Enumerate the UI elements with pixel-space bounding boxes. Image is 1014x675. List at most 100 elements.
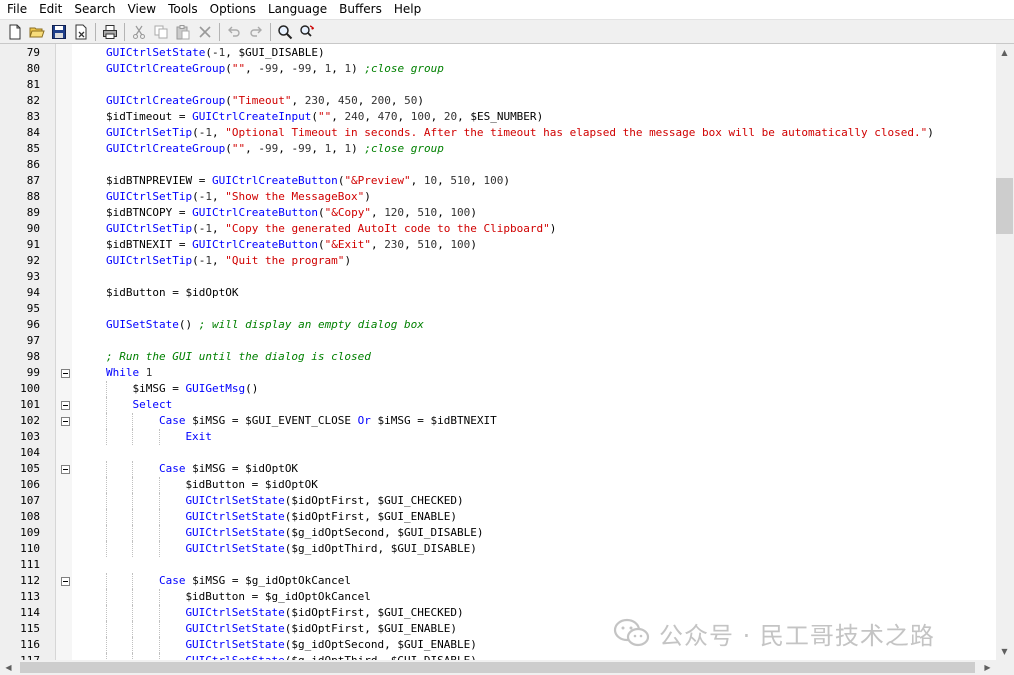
- indent-guide: [158, 541, 160, 557]
- code-text: GUICtrlSetState($g_idOptThird, $GUI_DISA…: [185, 541, 476, 557]
- code-line[interactable]: 93: [0, 269, 996, 285]
- fold-collapse-icon[interactable]: [61, 369, 70, 378]
- code-line[interactable]: 104: [0, 445, 996, 461]
- code-line[interactable]: 109 GUICtrlSetState($g_idOptSecond, $GUI_…: [0, 525, 996, 541]
- close-file-icon: [75, 24, 87, 39]
- code-line[interactable]: 106 $idButton = $idOptOK: [0, 477, 996, 493]
- print-button[interactable]: [99, 21, 121, 43]
- code-line[interactable]: 90 GUICtrlSetTip(-1, "Copy the generated …: [0, 221, 996, 237]
- indent-guide: [106, 381, 107, 397]
- code-line[interactable]: 110 GUICtrlSetState($g_idOptThird, $GUI_D…: [0, 541, 996, 557]
- code-line[interactable]: 112 Case $iMSG = $g_idOptOkCancel: [0, 573, 996, 589]
- new-file-button[interactable]: [4, 21, 26, 43]
- code-line[interactable]: 89 $idBTNCOPY = GUICtrlCreateButton("&Cop…: [0, 205, 996, 221]
- scrollbar-corner: [996, 660, 1014, 675]
- code-line[interactable]: 99 While 1: [0, 365, 996, 381]
- code-line[interactable]: 92 GUICtrlSetTip(-1, "Quit the program"): [0, 253, 996, 269]
- horizontal-scroll-thumb[interactable]: [20, 662, 975, 673]
- menu-language[interactable]: Language: [261, 0, 332, 19]
- cut-button[interactable]: [128, 21, 150, 43]
- replace-button[interactable]: [296, 21, 318, 43]
- code-text: GUISetState() ; will display an empty di…: [106, 317, 424, 333]
- code-line[interactable]: 101 Select: [0, 397, 996, 413]
- code-line[interactable]: 83 $idTimeout = GUICtrlCreateInput("", 24…: [0, 109, 996, 125]
- save-button[interactable]: [48, 21, 70, 43]
- code-token: GUICtrlCreateButton: [211, 174, 338, 187]
- line-number: 84: [26, 126, 40, 139]
- menu-view[interactable]: View: [121, 0, 161, 19]
- fold-collapse-icon[interactable]: [61, 577, 70, 586]
- code-token: ,: [457, 110, 471, 123]
- code-token: ,: [311, 62, 325, 75]
- code-line[interactable]: 88 GUICtrlSetTip(-1, "Show the MessageBox…: [0, 189, 996, 205]
- wechat-logo-icon: [613, 618, 650, 647]
- find-button[interactable]: [274, 21, 296, 43]
- fold-collapse-icon[interactable]: [61, 417, 70, 426]
- code-line[interactable]: 96 GUISetState() ; will display an empty …: [0, 317, 996, 333]
- delete-button[interactable]: [194, 21, 216, 43]
- code-line[interactable]: 81: [0, 77, 996, 93]
- code-line[interactable]: 84 GUICtrlSetTip(-1, "Optional Timeout in…: [0, 125, 996, 141]
- menu-search[interactable]: Search: [67, 0, 120, 19]
- menu-help[interactable]: Help: [387, 0, 426, 19]
- menu-file[interactable]: File: [0, 0, 32, 19]
- code-line[interactable]: 94 $idButton = $idOptOK: [0, 285, 996, 301]
- indent-guide: [158, 621, 160, 637]
- code-token: $idTimeout: [106, 110, 173, 123]
- line-number: 98: [26, 350, 40, 363]
- scroll-down-arrow-icon[interactable]: ▼: [996, 643, 1013, 660]
- code-token: 100: [410, 110, 431, 123]
- copy-button[interactable]: [150, 21, 172, 43]
- code-line[interactable]: 87 $idBTNPREVIEW = GUICtrlCreateButton("&…: [0, 173, 996, 189]
- menu-buffers[interactable]: Buffers: [332, 0, 387, 19]
- menu-tools[interactable]: Tools: [161, 0, 203, 19]
- code-line[interactable]: 113 $idButton = $g_idOptOkCancel: [0, 589, 996, 605]
- code-line[interactable]: 85 GUICtrlCreateGroup("", -99, -99, 1, 1)…: [0, 141, 996, 157]
- code-token: $GUI_DISABLE: [390, 542, 471, 555]
- code-line[interactable]: 111: [0, 557, 996, 573]
- vertical-scrollbar[interactable]: ▲ ▼: [996, 44, 1014, 660]
- code-line[interactable]: 79 GUICtrlSetState(-1, $GUI_DISABLE): [0, 45, 996, 61]
- open-button[interactable]: [26, 21, 48, 43]
- code-line[interactable]: 107 GUICtrlSetState($idOptFirst, $GUI_CHE…: [0, 493, 996, 509]
- indent-guide: [132, 621, 134, 637]
- close-file-button[interactable]: [70, 21, 92, 43]
- code-line[interactable]: 103 Exit: [0, 429, 996, 445]
- code-token: =: [225, 462, 246, 475]
- code-line[interactable]: 102 Case $iMSG = $GUI_EVENT_CLOSE Or $iMS…: [0, 413, 996, 429]
- horizontal-scrollbar[interactable]: ◀ ▶: [0, 660, 996, 675]
- code-line[interactable]: 105 Case $iMSG = $idOptOK: [0, 461, 996, 477]
- code-line[interactable]: 108 GUICtrlSetState($idOptFirst, $GUI_ENA…: [0, 509, 996, 525]
- code-line[interactable]: 80 GUICtrlCreateGroup("", -99, -99, 1, 1)…: [0, 61, 996, 77]
- line-number: 96: [26, 318, 40, 331]
- code-token: 10: [423, 174, 438, 187]
- scroll-right-arrow-icon[interactable]: ▶: [979, 660, 996, 675]
- code-token: ): [450, 510, 457, 523]
- code-editor[interactable]: 79 GUICtrlSetState(-1, $GUI_DISABLE) 80 GUI…: [0, 44, 996, 660]
- code-line[interactable]: 86: [0, 157, 996, 173]
- code-line[interactable]: 97: [0, 333, 996, 349]
- undo-button[interactable]: [223, 21, 245, 43]
- code-line[interactable]: 100 $iMSG = GUIGetMsg(): [0, 381, 996, 397]
- code-text: $idBTNEXIT = GUICtrlCreateButton("&Exit"…: [106, 237, 477, 253]
- code-line[interactable]: 91 $idBTNEXIT = GUICtrlCreateButton("&Exi…: [0, 237, 996, 253]
- code-line[interactable]: 95: [0, 301, 996, 317]
- menu-options[interactable]: Options: [203, 0, 261, 19]
- cut-icon: [133, 25, 145, 39]
- scroll-up-arrow-icon[interactable]: ▲: [996, 44, 1013, 61]
- code-token: 510: [417, 238, 438, 251]
- menu-edit[interactable]: Edit: [32, 0, 67, 19]
- fold-collapse-icon[interactable]: [61, 465, 70, 474]
- code-line[interactable]: 117 GUICtrlSetState($g_idOptThird, $GUI_D…: [0, 653, 996, 660]
- scroll-left-arrow-icon[interactable]: ◀: [0, 660, 17, 675]
- code-token: (-: [192, 254, 206, 267]
- code-line[interactable]: 82 GUICtrlCreateGroup("Timeout", 230, 450…: [0, 93, 996, 109]
- code-token: "&Preview": [344, 174, 411, 187]
- vertical-scroll-thumb[interactable]: [996, 178, 1013, 234]
- code-line[interactable]: 98 ; Run the GUI until the dialog is clos…: [0, 349, 996, 365]
- fold-collapse-icon[interactable]: [61, 401, 70, 410]
- code-token: ): [351, 62, 365, 75]
- redo-button[interactable]: [245, 21, 267, 43]
- paste-button[interactable]: [172, 21, 194, 43]
- code-token: GUICtrlSetState: [185, 606, 285, 619]
